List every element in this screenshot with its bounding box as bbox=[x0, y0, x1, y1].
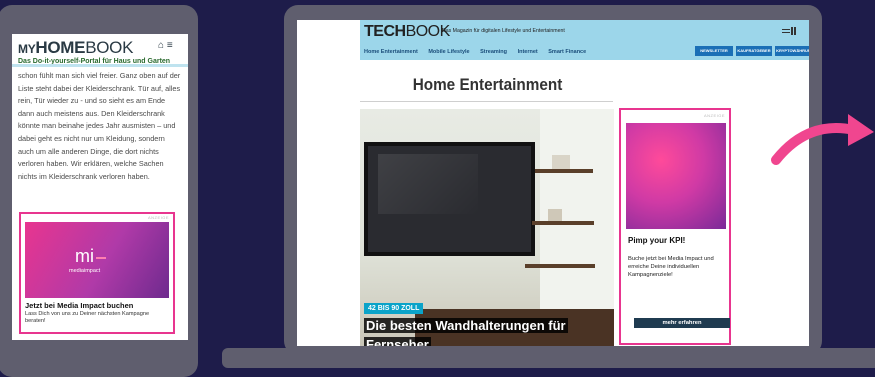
ad-label: ANZEIGE bbox=[147, 215, 169, 220]
hero-article[interactable]: 42 BIS 90 ZOLL Die besten Wandhalterunge… bbox=[360, 109, 614, 346]
menu-icon[interactable]: ⌂ ≡ bbox=[158, 40, 173, 51]
mehr-erfahren-button[interactable]: mehr erfahren bbox=[634, 318, 730, 328]
nav-home-entertainment[interactable]: Home Entertainment bbox=[364, 49, 418, 55]
shelf-decor bbox=[548, 209, 562, 221]
nav-smart-finance[interactable]: Smart Finance bbox=[548, 49, 586, 55]
shelf bbox=[532, 221, 594, 225]
shelf-decor bbox=[552, 155, 570, 169]
publisher-mark-icon bbox=[782, 27, 796, 35]
header-divider bbox=[12, 64, 188, 67]
ad-description: Lass Dich von uns zu Deiner nächsten Kam… bbox=[25, 311, 150, 324]
logo-accent-bar bbox=[96, 257, 106, 259]
ad-image[interactable] bbox=[626, 123, 726, 229]
nav-streaming[interactable]: Streaming bbox=[480, 49, 507, 55]
hero-headline-text: Die besten Wandhalterungen für Fernseher bbox=[364, 318, 568, 346]
kryptowaehrung-button[interactable]: KRYPTOWÄHRUNG bbox=[775, 46, 809, 56]
myhomebook-logo[interactable]: MYHOMEBOOK bbox=[18, 38, 133, 58]
laptop-screen: TECHBOOK Das Magazin für digitalen Lifes… bbox=[297, 20, 809, 346]
techbook-logo[interactable]: TECHBOOK bbox=[364, 23, 450, 41]
ad-image[interactable]: mi mediaimpact bbox=[25, 222, 169, 298]
title-divider bbox=[360, 101, 613, 102]
ad-title: Pimp your KPI! bbox=[628, 236, 686, 245]
ad-title: Jetzt bei Media Impact buchen bbox=[25, 301, 134, 310]
logo-part-my: MY bbox=[18, 42, 36, 56]
page-title: Home Entertainment bbox=[412, 75, 563, 94]
laptop-base bbox=[222, 348, 875, 368]
phone-ad-banner[interactable]: ANZEIGE mi mediaimpact Jetzt bei Media I… bbox=[19, 212, 175, 334]
main-nav: Home Entertainment Mobile Lifestyle Stre… bbox=[364, 49, 595, 55]
techbook-header: TECHBOOK Das Magazin für digitalen Lifes… bbox=[360, 20, 809, 60]
media-impact-wordmark: mediaimpact bbox=[69, 268, 101, 274]
ad-description: Buche jetzt bei Media Impact und erreich… bbox=[628, 256, 714, 278]
curved-arrow-icon bbox=[771, 114, 874, 165]
media-impact-logo: mi bbox=[75, 246, 94, 266]
shelf bbox=[525, 264, 595, 268]
shelf bbox=[535, 169, 593, 173]
article-text: schon fühlt man sich viel freier. Ganz o… bbox=[18, 71, 181, 181]
logo-part-book: BOOK bbox=[85, 38, 134, 57]
logo-part-home: HOME bbox=[35, 38, 86, 57]
nav-internet[interactable]: Internet bbox=[518, 49, 538, 55]
publisher-logo bbox=[782, 26, 796, 38]
ad-label: ANZEIGE bbox=[703, 113, 725, 118]
laptop-ad-banner[interactable]: ANZEIGE Pimp your KPI! Buche jetzt bei M… bbox=[619, 108, 731, 345]
newsletter-button[interactable]: NEWSLETTER bbox=[695, 46, 733, 56]
hero-headline[interactable]: Die besten Wandhalterungen für Fernseher bbox=[364, 316, 604, 346]
tv-glare bbox=[378, 154, 478, 214]
hero-badge: 42 BIS 90 ZOLL bbox=[364, 303, 424, 314]
kaufratgeber-button[interactable]: KAUFRATGEBER bbox=[736, 46, 772, 56]
nav-mobile-lifestyle[interactable]: Mobile Lifestyle bbox=[428, 49, 469, 55]
tagline: Das Magazin für digitalen Lifestyle und … bbox=[442, 28, 565, 34]
hero-tv-image bbox=[364, 142, 535, 256]
logo-part-tech: TECH bbox=[364, 23, 406, 40]
